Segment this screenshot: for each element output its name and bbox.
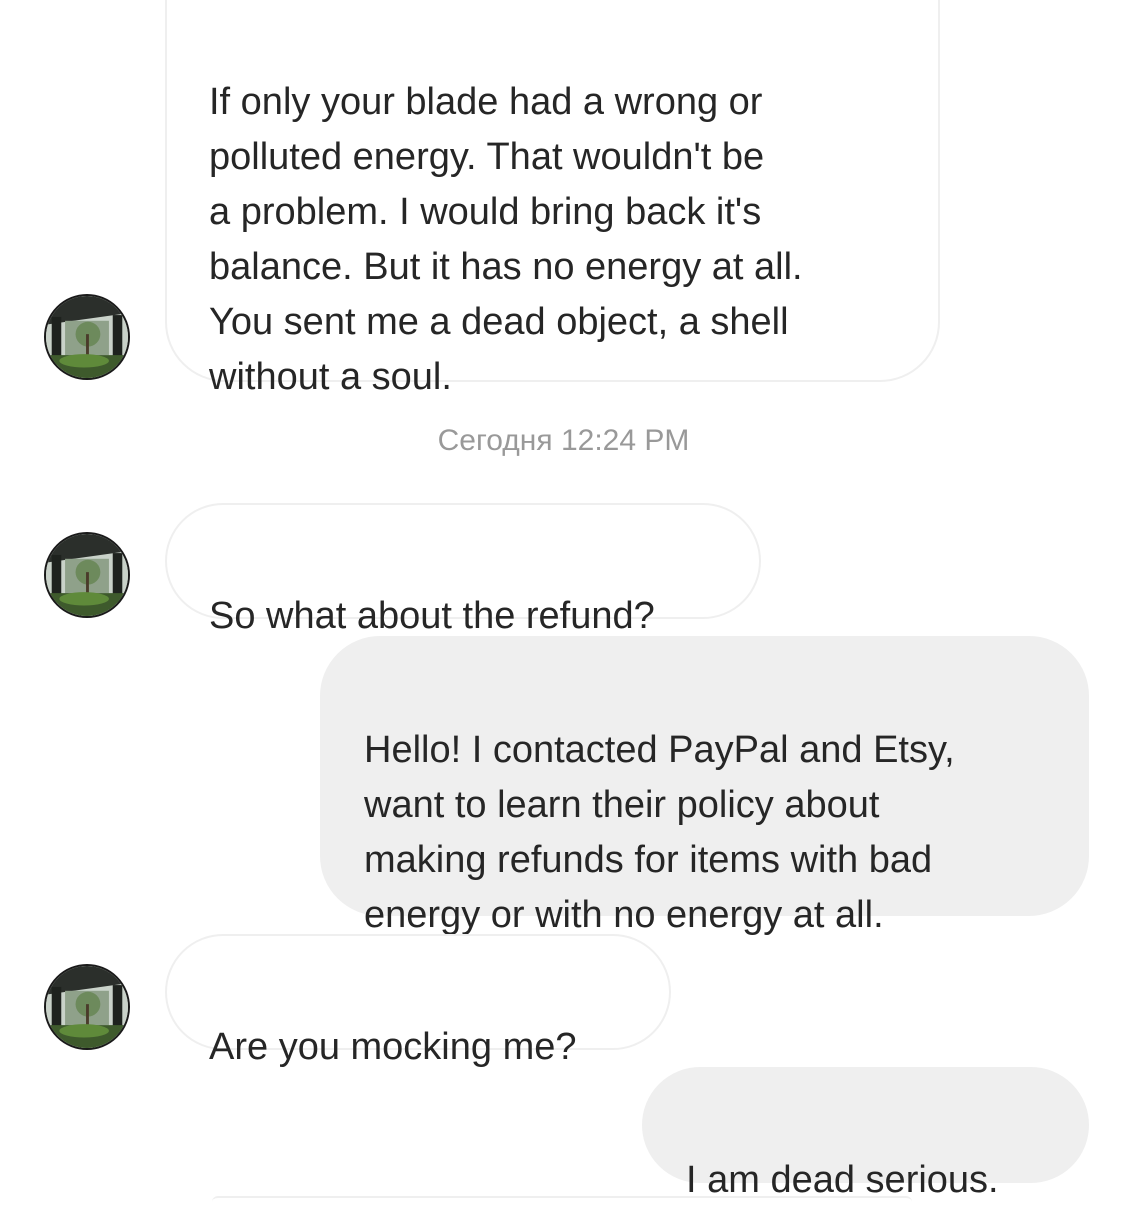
message-text: If only your blade had a wrong or pollut… (209, 81, 803, 398)
message-bubble-incoming[interactable]: If only your blade had a wrong or pollut… (165, 0, 940, 398)
message-text: I am dead serious. (686, 1159, 999, 1201)
sender-avatar[interactable] (44, 532, 130, 618)
sender-avatar[interactable] (44, 964, 130, 1050)
message-text: Are you mocking me? (209, 1026, 577, 1068)
sender-avatar[interactable] (44, 294, 130, 380)
courtyard-photo-icon (46, 966, 128, 1048)
message-bubble-outgoing[interactable]: I am dead serious. (642, 1067, 1089, 1201)
message-bubble-incoming[interactable]: Are you mocking me? (165, 934, 671, 1068)
message-text: Hello! I contacted PayPal and Etsy, want… (364, 729, 955, 936)
courtyard-photo-icon (46, 296, 128, 378)
date-separator: Сегодня 12:24 PM (437, 424, 690, 457)
message-bubble-incoming[interactable]: So what about the refund? (165, 503, 761, 637)
message-bubble-outgoing[interactable]: Hello! I contacted PayPal and Etsy, want… (320, 636, 1089, 936)
next-message-edge (212, 1196, 912, 1202)
courtyard-photo-icon (46, 534, 128, 616)
message-text: So what about the refund? (209, 595, 655, 637)
